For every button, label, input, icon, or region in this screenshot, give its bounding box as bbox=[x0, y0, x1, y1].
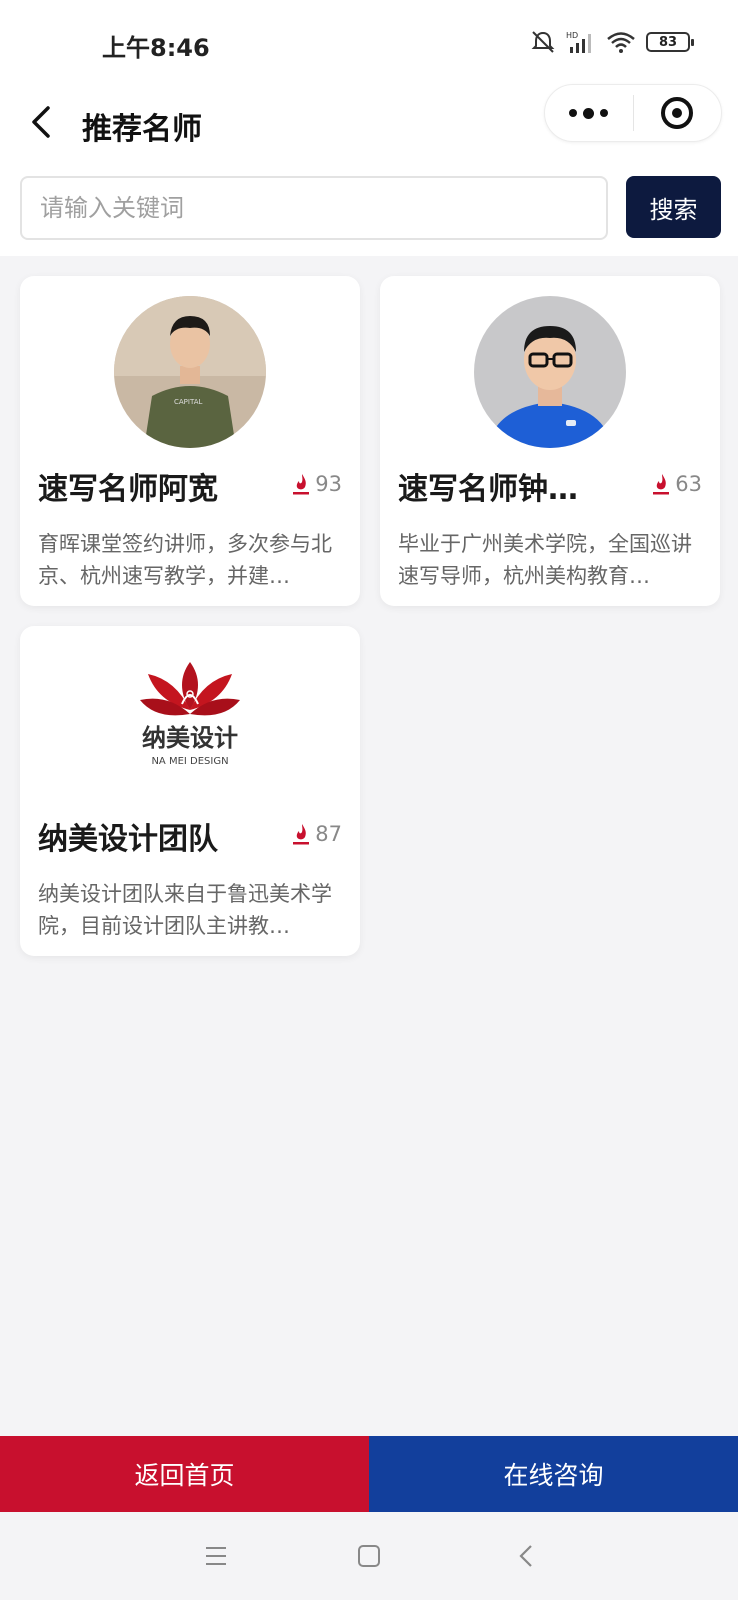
hot-value: 93 bbox=[315, 472, 342, 496]
logo-subtext: NA MEI DESIGN bbox=[151, 756, 228, 767]
consult-button[interactable]: 在线咨询 bbox=[369, 1436, 738, 1512]
svg-text:HD: HD bbox=[566, 31, 578, 40]
teacher-desc: 毕业于广州美术学院，全国巡讲速写导师，杭州美构教育… bbox=[398, 532, 692, 588]
wifi-icon bbox=[607, 32, 635, 53]
teacher-name: 纳美设计团队 bbox=[38, 822, 218, 857]
status-bar: 上午8:46 HD 83 bbox=[0, 0, 738, 80]
search-button[interactable]: 搜索 bbox=[626, 176, 721, 238]
teacher-card[interactable]: CAPITAL 速写名师阿宽 93 育晖课堂签约讲师，多次参与北京、杭州速写教学… bbox=[20, 276, 360, 606]
svg-text:CAPITAL: CAPITAL bbox=[174, 398, 202, 406]
hot-score: 63 bbox=[651, 472, 702, 496]
teacher-desc: 纳美设计团队来自于鲁迅美术学院，目前设计团队主讲教… bbox=[38, 882, 332, 938]
hot-score: 87 bbox=[291, 822, 342, 846]
more-dots-icon[interactable] bbox=[545, 85, 633, 141]
mute-bell-icon bbox=[531, 31, 555, 53]
teacher-card[interactable]: 纳美设计 NA MEI DESIGN 纳美设计团队 87 纳美设计团队来自于鲁迅… bbox=[20, 626, 360, 956]
battery-indicator: 83 bbox=[646, 32, 694, 52]
hot-value: 63 bbox=[675, 472, 702, 496]
teacher-card[interactable]: 速写名师钟… 63 毕业于广州美术学院，全国巡讲速写导师，杭州美构教育… bbox=[380, 276, 720, 606]
hot-score: 93 bbox=[291, 472, 342, 496]
teacher-name: 速写名师阿宽 bbox=[38, 472, 218, 507]
team-logo: 纳美设计 NA MEI DESIGN bbox=[114, 646, 266, 798]
signal-icon: HD bbox=[566, 31, 591, 53]
back-icon[interactable] bbox=[26, 102, 62, 142]
menu-icon[interactable] bbox=[196, 1536, 236, 1576]
flame-icon bbox=[653, 474, 670, 495]
flame-icon bbox=[293, 474, 310, 495]
record-target-icon[interactable] bbox=[634, 85, 722, 141]
page-title: 推荐名师 bbox=[82, 112, 202, 147]
system-back-icon[interactable] bbox=[506, 1536, 546, 1576]
mini-program-capsule bbox=[544, 84, 722, 142]
flame-icon bbox=[293, 824, 310, 845]
teacher-avatar bbox=[474, 296, 626, 448]
logo-text: 纳美设计 bbox=[142, 723, 238, 752]
search-input[interactable] bbox=[20, 176, 608, 240]
bottom-action-bar: 返回首页 在线咨询 bbox=[0, 1436, 738, 1512]
hot-value: 87 bbox=[315, 822, 342, 846]
status-time: 上午8:46 bbox=[102, 34, 210, 62]
nav-bar: 推荐名师 bbox=[0, 80, 738, 166]
search-bar: 搜索 bbox=[0, 166, 738, 256]
system-nav-bar bbox=[0, 1512, 738, 1600]
teacher-avatar: CAPITAL bbox=[114, 296, 266, 448]
home-button[interactable]: 返回首页 bbox=[0, 1436, 369, 1512]
teacher-name: 速写名师钟… bbox=[398, 472, 578, 507]
teacher-desc: 育晖课堂签约讲师，多次参与北京、杭州速写教学，并建… bbox=[38, 532, 332, 588]
battery-level: 83 bbox=[658, 34, 678, 50]
status-icons: HD 83 bbox=[530, 30, 694, 54]
home-square-icon[interactable] bbox=[349, 1536, 389, 1576]
